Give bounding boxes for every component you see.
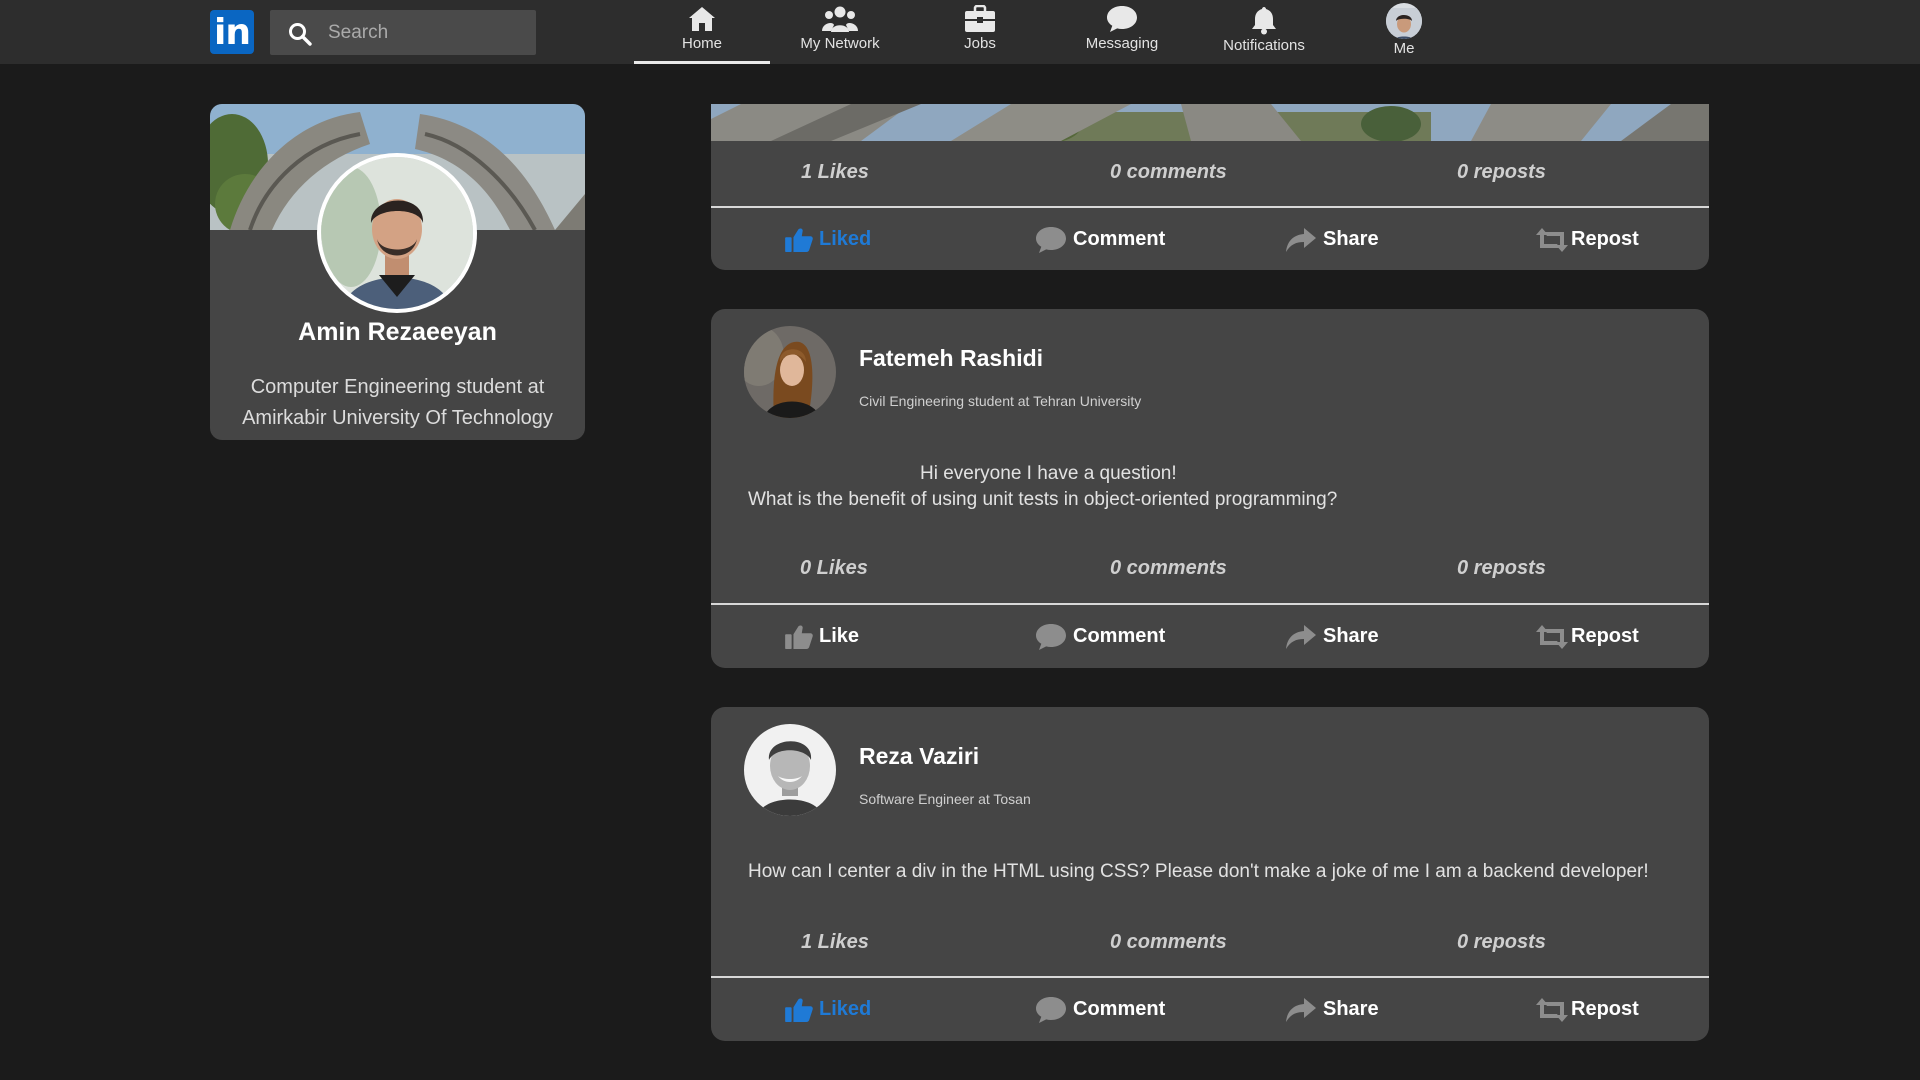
nav-home-label: Home	[681, 35, 722, 52]
post-body: Hi everyone I have a question! What is t…	[748, 461, 1678, 513]
comment-button[interactable]: Comment	[1035, 978, 1165, 1041]
share-button[interactable]: Share	[1285, 605, 1379, 668]
comment-icon	[1035, 226, 1067, 254]
post-actions: Like Comment Share Repost	[711, 605, 1709, 668]
repost-button[interactable]: Repost	[1535, 208, 1639, 270]
author-headline: Software Engineer at Tosan	[859, 791, 1031, 807]
comments-count[interactable]: 0 comments	[1110, 931, 1227, 954]
reposts-count[interactable]: 0 reposts	[1457, 931, 1546, 954]
likes-count[interactable]: 0 Likes	[800, 557, 868, 580]
chat-bubble-icon	[1105, 5, 1139, 33]
author-headline: Civil Engineering student at Tehran Univ…	[859, 393, 1142, 409]
repost-button[interactable]: Repost	[1535, 605, 1639, 668]
repost-button[interactable]: Repost	[1535, 978, 1639, 1041]
nav-jobs[interactable]: Jobs	[912, 0, 1048, 64]
share-label: Share	[1323, 998, 1379, 1020]
profile-headline: Computer Engineering student at Amirkabi…	[242, 376, 553, 429]
thumbs-up-icon	[785, 625, 813, 649]
share-button[interactable]: Share	[1285, 208, 1379, 270]
comments-count[interactable]: 0 comments	[1110, 161, 1227, 184]
share-label: Share	[1323, 228, 1379, 250]
repost-icon	[1535, 624, 1569, 650]
comment-icon	[1035, 623, 1067, 651]
profile-name[interactable]: Amin Rezaeeyan	[210, 318, 585, 347]
author-avatar[interactable]	[744, 724, 836, 816]
share-button[interactable]: Share	[1285, 978, 1379, 1041]
reposts-count[interactable]: 0 reposts	[1457, 161, 1546, 184]
repost-icon	[1535, 227, 1569, 253]
repost-label: Repost	[1571, 228, 1639, 250]
home-icon	[689, 7, 715, 31]
nav-jobs-label: Jobs	[964, 35, 996, 52]
nav-me-label: Me	[1393, 40, 1415, 57]
search-box[interactable]	[270, 10, 536, 55]
post-body-line: What is the benefit of using unit tests …	[748, 489, 1338, 510]
search-icon	[289, 23, 312, 46]
profile-card: Amin Rezaeeyan Computer Engineering stud…	[210, 104, 585, 440]
profile-avatar[interactable]	[317, 153, 477, 313]
like-button[interactable]: Like	[785, 605, 859, 668]
like-label: Like	[819, 625, 860, 647]
repost-label: Repost	[1571, 625, 1639, 647]
comments-count[interactable]: 0 comments	[1110, 557, 1227, 580]
like-label: Liked	[819, 998, 872, 1020]
nav-my-network-label: My Network	[800, 35, 880, 52]
post-image[interactable]	[711, 104, 1709, 141]
comment-label: Comment	[1073, 625, 1166, 647]
post-card: Reza Vaziri Software Engineer at Tosan H…	[711, 707, 1709, 1041]
comment-button[interactable]: Comment	[1035, 208, 1165, 270]
post-actions: Liked Comment Share Repost	[711, 978, 1709, 1041]
nav-messaging[interactable]: Messaging	[1054, 0, 1190, 64]
briefcase-icon	[965, 5, 995, 32]
repost-icon	[1535, 997, 1569, 1023]
comment-button[interactable]: Comment	[1035, 605, 1165, 668]
repost-label: Repost	[1571, 998, 1639, 1020]
nav-home[interactable]: Home	[634, 0, 770, 64]
share-icon	[1285, 227, 1317, 253]
post-card: 1 Likes 0 comments 0 reposts Liked Comme…	[711, 104, 1709, 270]
nav-messaging-label: Messaging	[1085, 35, 1159, 52]
like-button[interactable]: Liked	[785, 978, 871, 1041]
share-label: Share	[1323, 625, 1379, 647]
nav-my-network[interactable]: My Network	[772, 0, 908, 64]
avatar	[1386, 3, 1422, 39]
author-name[interactable]: Reza Vaziri	[859, 743, 979, 770]
nav-me[interactable]: Me	[1336, 0, 1472, 64]
post-actions: Liked Comment Share Repost	[711, 208, 1709, 270]
like-button[interactable]: Liked	[785, 208, 871, 270]
nav-notifications-label: Notifications	[1223, 37, 1305, 54]
post-body-line: How can I center a div in the HTML using…	[748, 861, 1649, 882]
likes-count[interactable]: 1 Likes	[801, 931, 869, 954]
linkedin-logo[interactable]: in	[210, 10, 254, 54]
reposts-count[interactable]: 0 reposts	[1457, 557, 1546, 580]
bell-icon	[1252, 7, 1276, 35]
network-icon	[822, 6, 858, 32]
author-name[interactable]: Fatemeh Rashidi	[859, 345, 1043, 372]
thumbs-up-icon	[785, 228, 813, 252]
post-body-line: Hi everyone I have a question!	[920, 463, 1177, 484]
like-label: Liked	[819, 228, 872, 250]
share-icon	[1285, 997, 1317, 1023]
post-body: How can I center a div in the HTML using…	[748, 859, 1688, 885]
thumbs-up-icon	[785, 998, 813, 1022]
search-input[interactable]	[328, 10, 528, 55]
comment-label: Comment	[1073, 228, 1166, 250]
share-icon	[1285, 624, 1317, 650]
post-card: Fatemeh Rashidi Civil Engineering studen…	[711, 309, 1709, 668]
nav-notifications[interactable]: Notifications	[1196, 0, 1332, 64]
top-navbar: in Home My Network Jobs	[0, 0, 1920, 64]
comment-icon	[1035, 996, 1067, 1024]
comment-label: Comment	[1073, 998, 1166, 1020]
author-avatar[interactable]	[744, 326, 836, 418]
likes-count[interactable]: 1 Likes	[801, 161, 869, 184]
